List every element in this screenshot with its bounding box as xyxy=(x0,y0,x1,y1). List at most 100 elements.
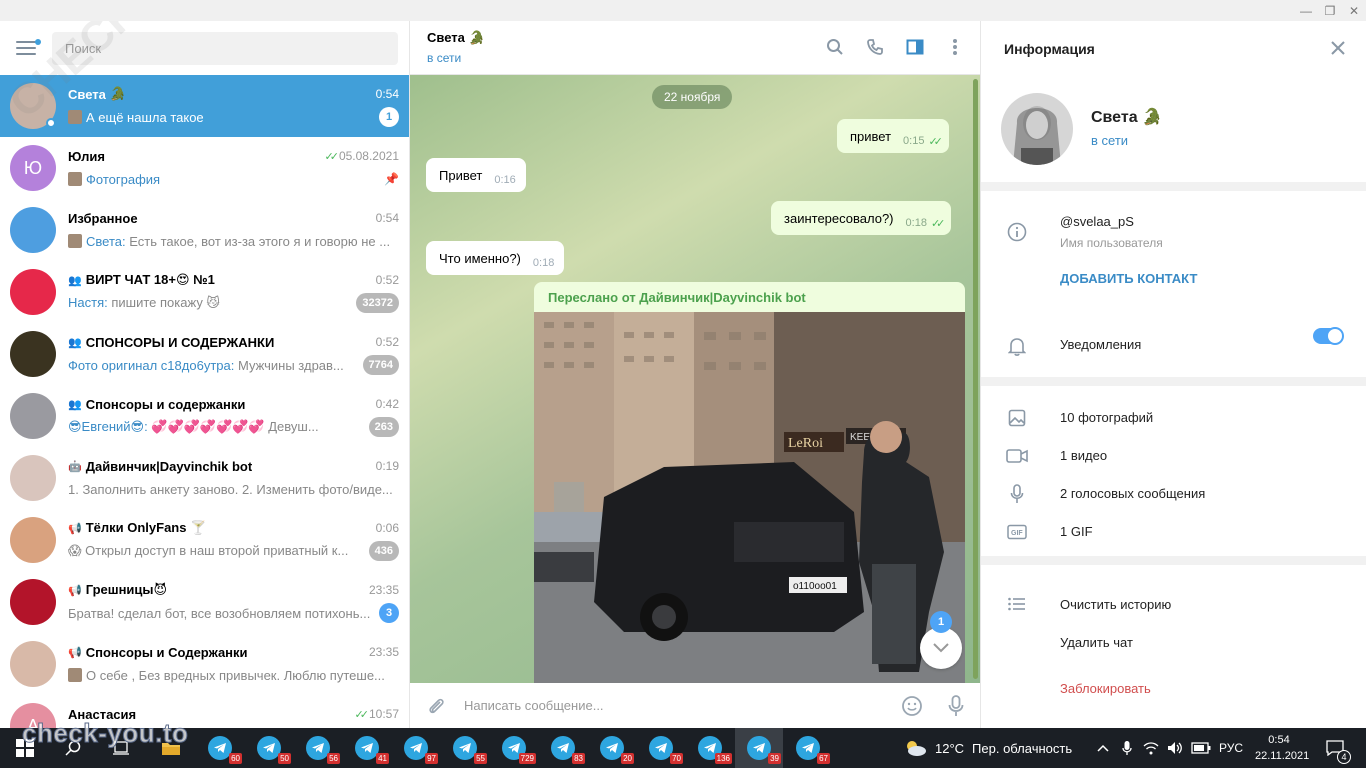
chat-item[interactable]: 📢 Тёлки OnlyFans 🍸 0:06 😱 Открыл доступ в н… xyxy=(0,509,409,571)
chat-time: 0:42 xyxy=(375,397,399,411)
telegram-taskbar-button[interactable]: 97 xyxy=(392,728,440,768)
telegram-taskbar-button[interactable]: 56 xyxy=(294,728,342,768)
search-input[interactable]: Поиск xyxy=(52,31,398,65)
video-icon xyxy=(1006,445,1028,467)
message-history[interactable]: 22 ноября привет 0:15 ✓✓ Привет 0:16 заи… xyxy=(410,75,980,683)
close-icon[interactable] xyxy=(1327,37,1349,59)
close-window-button[interactable]: ✕ xyxy=(1342,2,1366,20)
media-gifs[interactable]: 1 GIF xyxy=(1060,524,1093,539)
clock-time: 0:54 xyxy=(1268,734,1290,746)
chat-item[interactable]: 👥 СПОНСОРЫ И СОДЕРЖАНКИ 0:52 Фото оригинал … xyxy=(0,323,409,385)
chat-time: 0:19 xyxy=(375,459,399,473)
read-check-icon: ✓✓ xyxy=(928,135,943,148)
gif-icon: GIF xyxy=(1006,521,1028,543)
chat-preview: Настя: пишите покажу 😼 xyxy=(68,295,220,310)
username-value[interactable]: @svelaa_pS xyxy=(1060,214,1134,229)
media-photos[interactable]: 10 фотографий xyxy=(1060,410,1153,425)
chat-name: Избранное xyxy=(68,210,138,226)
forwarded-message[interactable]: Переслано от Дайвинчик|Dayvinchik bot Le… xyxy=(534,282,965,683)
telegram-taskbar-button[interactable]: 50 xyxy=(245,728,293,768)
chat-item[interactable]: Избранное 0:54 Света: Есть такое, вот из-з… xyxy=(0,199,409,261)
maximize-button[interactable]: ❐ xyxy=(1318,2,1342,20)
unread-badge: 1 xyxy=(379,107,399,127)
phone-icon[interactable] xyxy=(864,36,886,58)
emoji-icon[interactable] xyxy=(900,694,924,718)
sidebar-toggle-icon[interactable] xyxy=(904,36,926,58)
profile-status: в сети xyxy=(1091,133,1129,148)
chat-name: Юлия xyxy=(68,148,105,164)
weather-icon[interactable] xyxy=(902,728,928,768)
info-actions-section: Очистить историю Удалить чат Заблокирова… xyxy=(981,565,1366,728)
more-icon[interactable] xyxy=(944,36,966,58)
wifi-icon[interactable] xyxy=(1142,728,1160,768)
unread-count-badge: 1 xyxy=(930,611,952,633)
message-photo[interactable]: LeRoi KEEPLOV о110оо01 xyxy=(534,312,965,683)
attach-icon[interactable] xyxy=(424,694,448,718)
telegram-unread-badge: 67 xyxy=(817,753,830,764)
chat-item[interactable]: 👥 Спонсоры и содержанки 0:42 😎Евгений😎: 💞💞💞… xyxy=(0,385,409,447)
telegram-unread-badge: 50 xyxy=(278,753,291,764)
delete-chat-button[interactable]: Удалить чат xyxy=(1060,635,1133,650)
message-in[interactable]: Что именно?) 0:18 xyxy=(426,241,565,275)
telegram-icon: 39 xyxy=(747,736,781,764)
mic-tray-icon[interactable] xyxy=(1118,728,1136,768)
chat-item[interactable]: Света 🐊 0:54 А ещё нашла такое 1 xyxy=(0,75,409,137)
telegram-taskbar-button[interactable]: 67 xyxy=(784,728,832,768)
chat-item[interactable]: 👥 ВИРТ ЧАТ 18+😍 №1 0:52 Настя: пишите покаж… xyxy=(0,261,409,323)
menu-icon[interactable] xyxy=(16,37,41,59)
chat-preview: Фотография xyxy=(68,171,378,187)
message-in[interactable]: Привет 0:16 xyxy=(426,158,526,192)
minimize-button[interactable]: — xyxy=(1294,2,1318,20)
telegram-unread-badge: 41 xyxy=(376,753,389,764)
notifications-toggle[interactable] xyxy=(1313,327,1344,345)
telegram-taskbar-button[interactable]: 39 xyxy=(735,728,783,768)
volume-icon[interactable] xyxy=(1166,728,1184,768)
clock[interactable]: 0:54 22.11.2021 xyxy=(1255,732,1309,764)
chat-item[interactable]: 🤖 Дайвинчик|Dayvinchik bot 0:19 1. Заполнит… xyxy=(0,447,409,509)
pin-icon: 📌 xyxy=(384,172,399,186)
battery-icon[interactable] xyxy=(1190,728,1212,768)
add-contact-button[interactable]: ДОБАВИТЬ КОНТАКТ xyxy=(1060,271,1197,286)
license-plate: о110оо01 xyxy=(793,581,837,592)
notifications-center-icon[interactable]: 4 xyxy=(1320,728,1351,768)
search-icon[interactable] xyxy=(824,36,846,58)
telegram-taskbar-button[interactable]: 55 xyxy=(441,728,489,768)
forwarded-label[interactable]: Переслано от Дайвинчик|Dayvinchik bot xyxy=(534,282,965,312)
chevron-up-icon[interactable] xyxy=(1094,728,1112,768)
telegram-taskbar-button[interactable]: 83 xyxy=(539,728,587,768)
chat-name: 🤖 Дайвинчик|Dayvinchik bot xyxy=(68,458,253,474)
message-out[interactable]: заинтересовало?) 0:18 ✓✓ xyxy=(771,201,952,235)
block-button[interactable]: Заблокировать xyxy=(1060,681,1151,696)
telegram-icon: 729 xyxy=(502,736,536,764)
telegram-taskbar-button[interactable]: 41 xyxy=(343,728,391,768)
telegram-unread-badge: 20 xyxy=(621,753,634,764)
message-input[interactable]: Написать сообщение... xyxy=(464,698,900,713)
store-sign: LeRoi xyxy=(788,436,823,451)
telegram-taskbar-button[interactable]: 20 xyxy=(588,728,636,768)
conversation-title[interactable]: Света 🐊 xyxy=(427,30,485,46)
scrollbar[interactable] xyxy=(973,79,978,679)
telegram-taskbar-button[interactable]: 729 xyxy=(490,728,538,768)
telegram-taskbar-button[interactable]: 136 xyxy=(686,728,734,768)
window-titlebar: — ❐ ✕ xyxy=(0,0,1366,21)
chat-item[interactable]: Ю Юлия ✓✓ 05.08.2021 Фотография 📌 xyxy=(0,137,409,199)
chat-avatar xyxy=(10,269,56,315)
telegram-taskbar-button[interactable]: 70 xyxy=(637,728,685,768)
media-voice[interactable]: 2 голосовых сообщения xyxy=(1060,486,1205,501)
chat-avatar xyxy=(10,393,56,439)
language-indicator[interactable]: РУС xyxy=(1216,728,1246,768)
notifications-count: 4 xyxy=(1337,750,1351,764)
read-check-icon: ✓✓ xyxy=(324,150,340,163)
chat-item[interactable]: 📢 Спонсоры и Содержанки 23:35 О себе , Без … xyxy=(0,633,409,695)
clear-history-button[interactable]: Очистить историю xyxy=(1060,597,1171,612)
chat-item[interactable]: 📢 Грешницы😈 23:35 Братва! сделал бот, все в… xyxy=(0,571,409,633)
telegram-taskbar-button[interactable]: 60 xyxy=(196,728,244,768)
chat-avatar xyxy=(10,331,56,377)
microphone-icon[interactable] xyxy=(944,694,968,718)
megaphone-icon: 📢 xyxy=(68,584,82,597)
media-videos[interactable]: 1 видео xyxy=(1060,448,1107,463)
profile-avatar[interactable] xyxy=(1001,93,1073,165)
weather-widget[interactable]: 12°C Пер. облачность xyxy=(935,728,1085,768)
message-out[interactable]: привет 0:15 ✓✓ xyxy=(837,119,949,153)
scroll-down-button[interactable] xyxy=(920,627,962,669)
